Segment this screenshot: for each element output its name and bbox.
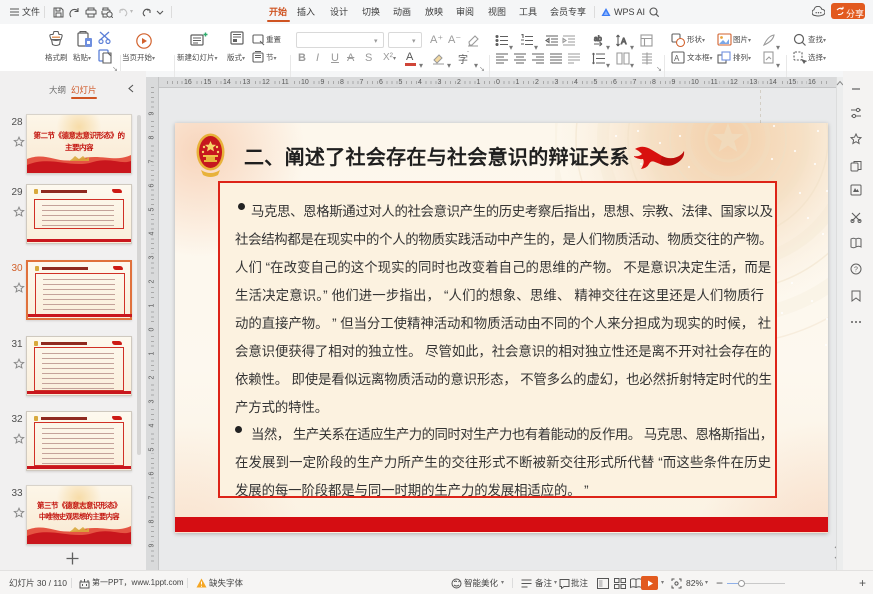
svg-text:A: A	[674, 54, 680, 63]
svg-text:?: ?	[854, 267, 858, 274]
svg-text:ab: ab	[594, 36, 602, 43]
svg-text:A: A	[621, 37, 627, 46]
